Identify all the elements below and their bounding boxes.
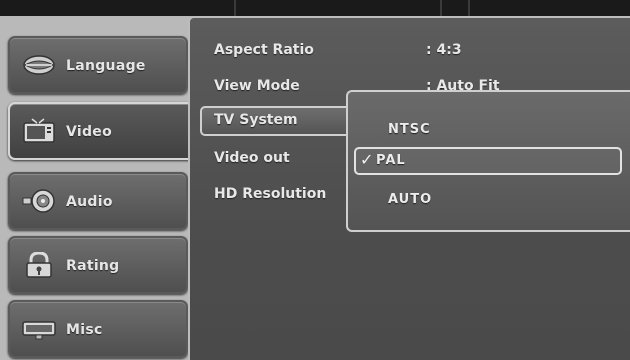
- setting-label-video-out[interactable]: Video out: [214, 150, 290, 166]
- setting-label-view-mode[interactable]: View Mode: [214, 78, 300, 94]
- sidebar-item-language[interactable]: Language: [8, 36, 188, 94]
- setting-label-hd-resolution[interactable]: HD Resolution: [214, 186, 326, 202]
- setting-value-aspect-ratio: : 4:3: [426, 42, 462, 58]
- option-ntsc[interactable]: NTSC: [388, 122, 431, 137]
- option-pal[interactable]: PAL: [376, 153, 406, 168]
- sidebar-item-label: Language: [66, 58, 146, 74]
- checkmark-icon: ✓: [360, 150, 374, 169]
- sidebar-item-label: Rating: [66, 258, 120, 274]
- dvd-setup-screen: Language Video Audio Rating Misc Aspect …: [0, 0, 630, 360]
- top-strip: [0, 0, 630, 16]
- tv-icon: [23, 118, 55, 143]
- divider: [440, 0, 442, 16]
- sidebar-item-rating[interactable]: Rating: [8, 236, 188, 294]
- divider: [234, 0, 236, 16]
- sidebar-item-audio[interactable]: Audio: [8, 172, 188, 230]
- divider: [468, 0, 470, 16]
- option-auto[interactable]: AUTO: [388, 192, 432, 207]
- sidebar-item-misc[interactable]: Misc: [8, 300, 188, 358]
- sidebar: Language Video Audio Rating Misc: [0, 16, 198, 360]
- sidebar-item-video[interactable]: Video: [8, 102, 198, 160]
- monitor-icon: [22, 321, 56, 340]
- sidebar-item-label: Audio: [66, 194, 113, 210]
- lock-icon: [26, 252, 52, 278]
- setting-label-aspect-ratio[interactable]: Aspect Ratio: [214, 42, 314, 58]
- sidebar-item-label: Video: [66, 124, 113, 140]
- setting-label-tv-system[interactable]: TV System: [214, 112, 298, 128]
- speaker-icon: [22, 189, 55, 213]
- lips-icon: [23, 55, 55, 75]
- sidebar-item-label: Misc: [66, 322, 103, 338]
